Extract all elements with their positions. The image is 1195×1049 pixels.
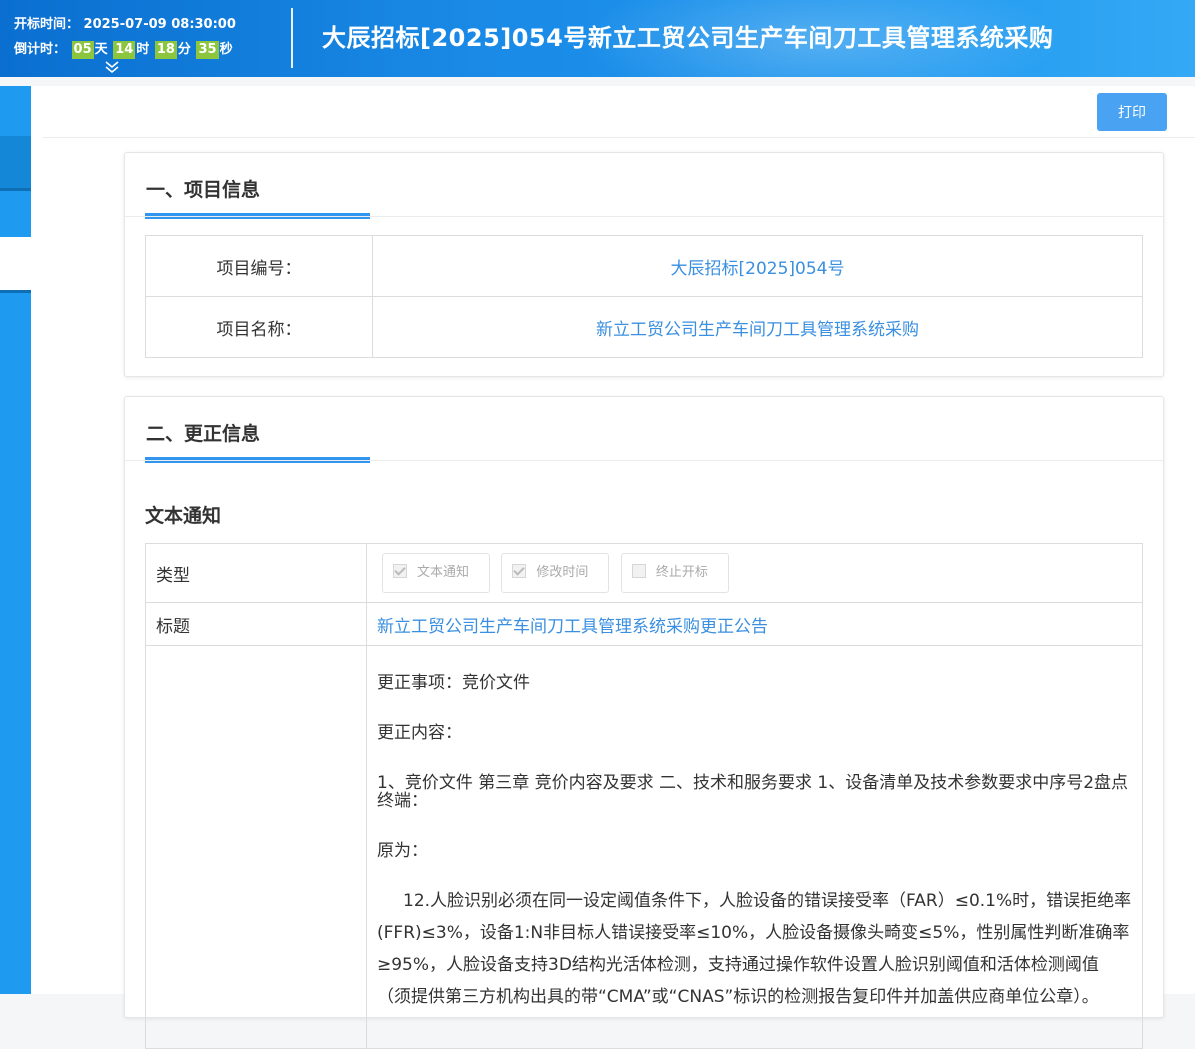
sidebar-divider bbox=[0, 188, 31, 191]
table-row: 更正事项：竞价文件 更正内容： 1、竞价文件 第三章 竞价内容及要求 二、技术和… bbox=[145, 645, 1143, 1049]
header-divider bbox=[291, 8, 293, 68]
body-line: 原为： bbox=[377, 840, 428, 861]
table-row: 标题 新立工贸公司生产车间刀工具管理系统采购更正公告 bbox=[145, 602, 1143, 646]
print-button[interactable]: 打印 bbox=[1097, 93, 1167, 131]
section-separator bbox=[125, 216, 1163, 217]
project-info-table: 项目编号： 大辰招标[2025]054号 项目名称： 新立工贸公司生产车间刀工具… bbox=[145, 235, 1143, 358]
time-info: 开标时间： 2025-07-09 08:30:00 倒计时： 05 天 14 时 1… bbox=[14, 14, 236, 61]
body-paragraph: 12.人脸识别必须在同一设定阈值条件下，人脸设备的错误接受率（FAR）≤0.1%… bbox=[377, 890, 1132, 1007]
table-row: 项目名称： 新立工贸公司生产车间刀工具管理系统采购 bbox=[145, 296, 1143, 358]
checkbox-label: 终止开标 bbox=[655, 565, 708, 580]
countdown-row: 倒计时： 05 天 14 时 18 分 35 秒 bbox=[14, 39, 236, 61]
section-title-correction: 二、更正信息 bbox=[146, 423, 261, 445]
section-title-project: 一、项目信息 bbox=[146, 179, 261, 201]
project-name-label: 项目名称： bbox=[145, 296, 373, 358]
countdown-minutes: 18 bbox=[154, 41, 177, 59]
seconds-unit: 秒 bbox=[219, 42, 233, 57]
sidebar-item-1[interactable] bbox=[0, 136, 31, 188]
checkbox-checked-icon bbox=[512, 564, 527, 578]
notice-subtitle: 文本通知 bbox=[145, 505, 222, 527]
correction-table: 类型 文本通知 修改时间 终止开标 标题 新立工贸公司生产车间刀工具管理系统采购… bbox=[145, 543, 1143, 1049]
notice-body: 更正事项：竞价文件 更正内容： 1、竞价文件 第三章 竞价内容及要求 二、技术和… bbox=[366, 645, 1143, 1049]
notice-title-value: 新立工贸公司生产车间刀工具管理系统采购更正公告 bbox=[366, 602, 1143, 646]
left-sidebar bbox=[0, 86, 31, 994]
checkbox-stop-opening[interactable]: 终止开标 bbox=[620, 553, 729, 593]
project-name-value: 新立工贸公司生产车间刀工具管理系统采购 bbox=[372, 296, 1143, 358]
section-separator bbox=[125, 460, 1163, 461]
open-time-value: 2025-07-09 08:30:00 bbox=[83, 17, 236, 32]
page-title: 大辰招标[2025]054号新立工贸公司生产车间刀工具管理系统采购 bbox=[322, 24, 1054, 52]
countdown-hours: 14 bbox=[113, 41, 136, 59]
table-row: 项目编号： 大辰招标[2025]054号 bbox=[145, 235, 1143, 297]
title-label: 标题 bbox=[145, 602, 367, 646]
double-chevron-down-icon[interactable] bbox=[104, 60, 120, 74]
project-number-label: 项目编号： bbox=[145, 235, 373, 297]
minutes-unit: 分 bbox=[177, 42, 191, 57]
body-line: 1、竞价文件 第三章 竞价内容及要求 二、技术和服务要求 1、设备清单及技术参数… bbox=[377, 772, 1129, 811]
checkbox-label: 修改时间 bbox=[536, 565, 589, 580]
type-options: 文本通知 修改时间 终止开标 bbox=[366, 543, 1143, 603]
body-line: 更正事项：竞价文件 bbox=[377, 672, 530, 693]
project-info-card: 一、项目信息 项目编号： 大辰招标[2025]054号 项目名称： 新立工贸公司… bbox=[124, 152, 1164, 377]
correction-card: 二、更正信息 文本通知 类型 文本通知 修改时间 终止开标 标题 新立工贸公司生… bbox=[124, 396, 1164, 1049]
body-line: 更正内容： bbox=[377, 722, 462, 743]
checkbox-modify-time[interactable]: 修改时间 bbox=[501, 553, 610, 593]
countdown-label: 倒计时： bbox=[14, 42, 67, 57]
days-unit: 天 bbox=[94, 42, 108, 57]
table-row: 类型 文本通知 修改时间 终止开标 bbox=[145, 543, 1143, 603]
open-time-label: 开标时间： bbox=[14, 17, 80, 32]
open-time-row: 开标时间： 2025-07-09 08:30:00 bbox=[14, 14, 236, 36]
sidebar-divider bbox=[0, 290, 31, 293]
hours-unit: 时 bbox=[136, 42, 150, 57]
countdown-seconds: 35 bbox=[196, 41, 219, 59]
top-header: 开标时间： 2025-07-09 08:30:00 倒计时： 05 天 14 时 1… bbox=[0, 0, 1195, 77]
checkbox-text-notice[interactable]: 文本通知 bbox=[382, 553, 491, 593]
checkbox-checked-icon bbox=[393, 564, 407, 578]
checkbox-unchecked-icon bbox=[631, 564, 646, 578]
sidebar-item-active[interactable] bbox=[0, 237, 31, 290]
checkbox-label: 文本通知 bbox=[417, 565, 470, 580]
body-label bbox=[145, 645, 367, 1049]
project-number-value: 大辰招标[2025]054号 bbox=[372, 235, 1143, 297]
countdown-days: 05 bbox=[71, 41, 94, 59]
type-label: 类型 bbox=[145, 543, 367, 603]
toolbar bbox=[43, 86, 1195, 138]
